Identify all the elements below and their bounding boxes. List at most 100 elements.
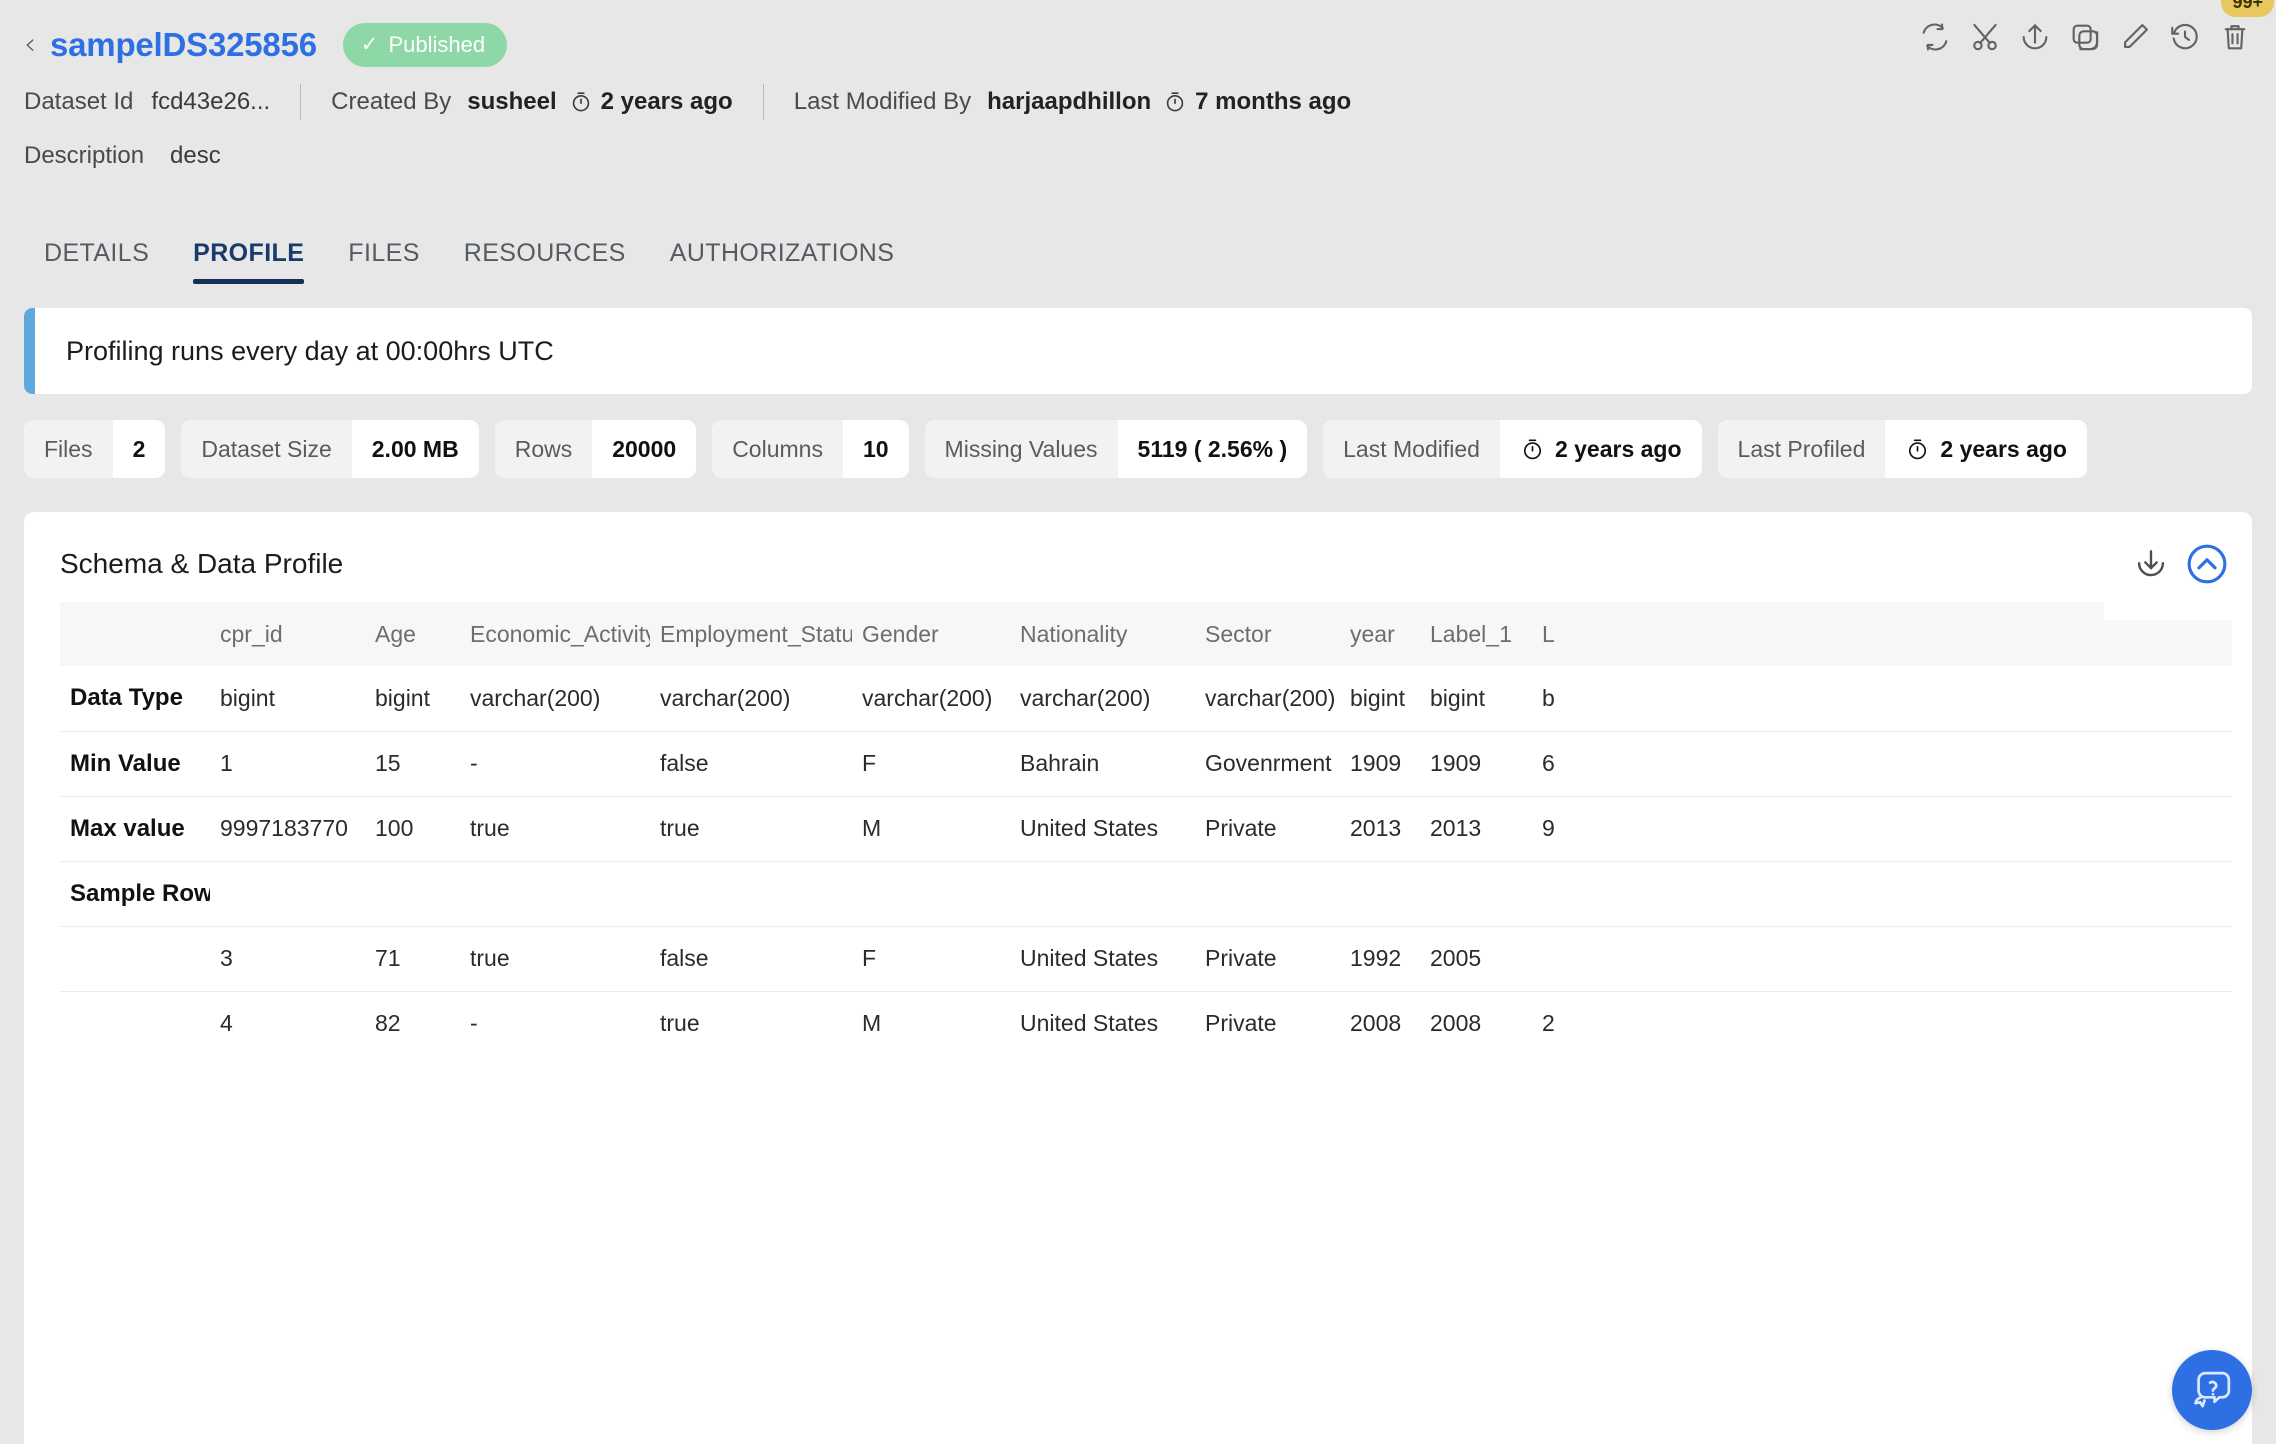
stat-value: 2.00 MB — [352, 420, 479, 478]
edit-pencil-icon[interactable] — [2118, 20, 2152, 54]
table-cell — [460, 861, 650, 926]
stat-chip-columns: Columns 10 — [712, 420, 908, 478]
panel-actions — [2104, 512, 2252, 620]
table-cell — [650, 861, 852, 926]
fab-badge: 99+ — [2221, 0, 2274, 17]
schema-data-profile-table: cpr_id Age Economic_Activity Employment_… — [60, 602, 2232, 1056]
table-cell: bigint — [1420, 666, 1532, 731]
status-badge: ✓ Published — [343, 23, 507, 67]
stat-label: Rows — [495, 420, 593, 478]
table-cell: 9997183770 — [210, 796, 365, 861]
table-cell: 1909 — [1420, 731, 1532, 796]
stat-value: 2 — [113, 420, 166, 478]
tab-profile[interactable]: PROFILE — [171, 239, 326, 284]
stat-value: 20000 — [592, 420, 696, 478]
history-icon[interactable] — [2168, 20, 2202, 54]
table-cell: varchar(200) — [852, 666, 1010, 731]
table-cell: 2005 — [1420, 926, 1532, 991]
clock-icon — [1520, 437, 1545, 462]
banner-text: Profiling runs every day at 00:00hrs UTC — [35, 336, 554, 367]
table-cell — [210, 861, 365, 926]
dataset-profile-page: ‹ sampelDS325856 ✓ Published — [0, 0, 2276, 1444]
stat-label: Last Profiled — [1718, 420, 1886, 478]
tab-files[interactable]: FILES — [326, 239, 441, 284]
download-icon[interactable] — [2132, 545, 2170, 588]
table-cell: b — [1532, 666, 2232, 731]
table-cell: 2013 — [1420, 796, 1532, 861]
row-label — [60, 991, 210, 1056]
stat-chip-dataset-size: Dataset Size 2.00 MB — [181, 420, 478, 478]
stat-label: Last Modified — [1323, 420, 1500, 478]
created-by-label: Created By — [331, 88, 451, 116]
table-cell: true — [650, 796, 852, 861]
stat-value: 5119 ( 2.56% ) — [1118, 420, 1308, 478]
table-cell: 2008 — [1340, 991, 1420, 1056]
table-row: 4 82 - true M United States Private 2008… — [60, 991, 2232, 1056]
description-row: Description desc — [0, 142, 2276, 170]
table-header-row: cpr_id Age Economic_Activity Employment_… — [60, 602, 2232, 666]
banner-accent-bar — [24, 308, 35, 394]
table-cell — [1340, 861, 1420, 926]
tab-bar: DETAILS PROFILE FILES RESOURCES AUTHORIZ… — [0, 220, 2276, 284]
table-cell: M — [852, 796, 1010, 861]
clock-icon — [569, 90, 593, 121]
table-cell: 1 — [210, 731, 365, 796]
stat-value: 10 — [843, 420, 909, 478]
table-cell: 1992 — [1340, 926, 1420, 991]
status-badge-label: Published — [389, 32, 486, 58]
row-label: Min Value — [60, 731, 210, 796]
row-label: Data Type — [60, 666, 210, 731]
stats-chip-row: Files 2 Dataset Size 2.00 MB Rows 20000 … — [0, 394, 2276, 478]
table-row: Sample Rows — [60, 861, 2232, 926]
tab-details[interactable]: DETAILS — [22, 239, 171, 284]
stat-value: 2 years ago — [1940, 436, 2067, 463]
page-title[interactable]: sampelDS325856 — [50, 26, 317, 64]
tab-authorizations[interactable]: AUTHORIZATIONS — [648, 239, 917, 284]
stat-value: 2 years ago — [1555, 436, 1682, 463]
chevron-up-icon[interactable] — [2186, 543, 2228, 590]
table-cell: 4 — [210, 991, 365, 1056]
last-modified-by-user: harjaapdhillon — [987, 88, 1151, 116]
help-chat-fab[interactable] — [2172, 1350, 2252, 1430]
stat-label: Files — [24, 420, 113, 478]
table-cell: 9 — [1532, 796, 2232, 861]
panel-title: Schema & Data Profile — [24, 512, 2252, 580]
dataset-id-label: Dataset Id — [24, 88, 133, 116]
back-chevron-icon[interactable]: ‹ — [24, 30, 36, 60]
refresh-icon[interactable] — [1918, 20, 1952, 54]
check-icon: ✓ — [361, 34, 379, 55]
column-header-gender: Gender — [852, 602, 1010, 666]
clock-icon — [1905, 437, 1930, 462]
table-row: Max value 9997183770 100 true true M Uni… — [60, 796, 2232, 861]
upload-icon[interactable] — [2018, 20, 2052, 54]
table-cell: bigint — [1340, 666, 1420, 731]
table-cell: 2 — [1532, 991, 2232, 1056]
column-header-employment-status: Employment_Status — [650, 602, 852, 666]
table-cell: false — [650, 731, 852, 796]
table-cell: Private — [1195, 796, 1340, 861]
stat-label: Columns — [712, 420, 843, 478]
table-corner-cell — [60, 602, 210, 666]
table-cell: true — [460, 796, 650, 861]
last-modified-by-time: 7 months ago — [1195, 88, 1351, 116]
row-label: Sample Rows — [60, 861, 210, 926]
schema-table-scroll[interactable]: cpr_id Age Economic_Activity Employment_… — [60, 602, 2232, 1056]
schema-data-profile-panel: Schema & Data Profile — [24, 512, 2252, 1444]
table-cell: varchar(200) — [460, 666, 650, 731]
row-label: Max value — [60, 796, 210, 861]
stat-chip-missing-values: Missing Values 5119 ( 2.56% ) — [925, 420, 1308, 478]
stat-chip-last-profiled: Last Profiled 2 years ago — [1718, 420, 2087, 478]
table-cell — [1195, 861, 1340, 926]
table-cell: 71 — [365, 926, 460, 991]
duplicate-icon[interactable] — [2068, 20, 2102, 54]
table-cell: Private — [1195, 991, 1340, 1056]
delete-trash-icon[interactable] — [2218, 20, 2252, 54]
table-row: Data Type bigint bigint varchar(200) var… — [60, 666, 2232, 731]
table-cell — [365, 861, 460, 926]
table-cell: United States — [1010, 991, 1195, 1056]
tab-resources[interactable]: RESOURCES — [442, 239, 648, 284]
stat-label: Missing Values — [925, 420, 1118, 478]
scissors-icon[interactable] — [1968, 20, 2002, 54]
table-cell: 2013 — [1340, 796, 1420, 861]
header-toolbar — [1918, 20, 2252, 54]
